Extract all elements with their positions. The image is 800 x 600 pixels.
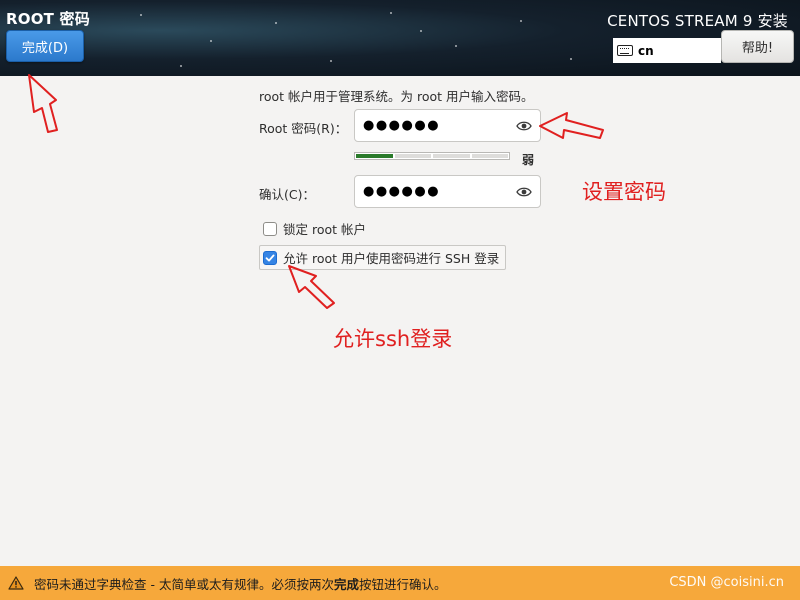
warning-icon	[8, 576, 24, 590]
annotation-set-password: 设置密码	[582, 180, 666, 204]
warning-prefix: 密码未通过字典检查 - 太简单或太有规律。必须按两次	[34, 576, 334, 592]
annotation-arrows	[28, 74, 604, 309]
root-password-spoke: ROOT 密码 完成(D) CENTOS STREAM 9 安装 cn 帮助! …	[0, 0, 800, 600]
warning-text: 密码未通过字典检查 - 太简单或太有规律。必须按两次完成按钮进行确认。	[34, 574, 447, 593]
annotation-allow-ssh: 允许ssh登录	[333, 327, 453, 351]
warning-suffix: 按钮进行确认。	[358, 576, 447, 592]
warning-bold: 完成	[333, 576, 359, 592]
watermark: CSDN @coisini.cn	[669, 575, 784, 590]
arrow-to-ssh-checkbox	[288, 265, 335, 309]
arrow-to-done-button	[28, 74, 58, 133]
arrow-to-password-eye	[539, 112, 604, 139]
